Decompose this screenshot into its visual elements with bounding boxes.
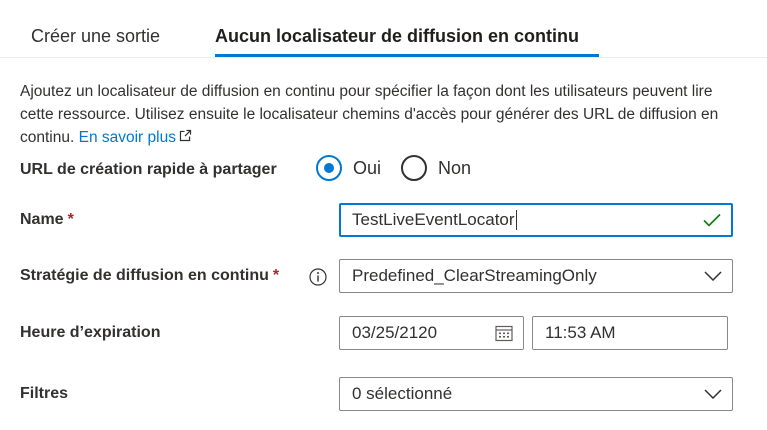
external-link-icon [179,129,192,142]
name-label-text: Name [20,211,64,228]
quick-url-label: URL de création rapide à partager [20,161,277,178]
expiration-time-input[interactable]: 11:53 AM [532,316,728,350]
text-caret [515,210,517,230]
required-mark: * [67,211,74,228]
tab-bar: Créer une sortie Aucun localisateur de d… [0,0,767,60]
tab-no-streaming-locator[interactable]: Aucun localisateur de diffusion en conti… [215,26,579,47]
name-value: TestLiveEventLocator [352,210,515,229]
description: Ajoutez un localisateur de diffusion en … [20,80,740,149]
checkmark-icon [703,213,721,227]
streaming-policy-dropdown[interactable]: Predefined_ClearStreamingOnly [339,259,733,293]
learn-more-label: En savoir plus [78,129,176,146]
chevron-down-icon [704,271,722,281]
radio-oui[interactable]: Oui [316,155,381,181]
radio-oui-label: Oui [353,157,382,178]
radio-non-button[interactable] [401,155,427,181]
radio-oui-button[interactable] [316,155,342,181]
name-input[interactable]: TestLiveEventLocator [339,203,733,237]
expiration-time-value: 11:53 AM [545,323,616,342]
filters-value: 0 sélectionné [352,384,453,403]
info-icon[interactable] [309,268,327,286]
policy-label-text: Stratégie de diffusion en continu [20,267,269,284]
calendar-icon[interactable] [495,325,513,342]
tabs-divider [0,57,767,58]
radio-non[interactable]: Non [401,155,471,181]
tab-create-output[interactable]: Créer une sortie [31,26,160,47]
chevron-down-icon [704,389,722,399]
expiration-date-value: 03/25/2120 [352,323,438,342]
name-label: Name * [20,211,74,229]
expiration-label: Heure d’expiration [20,324,161,341]
expiration-date-input[interactable]: 03/25/2120 [339,316,524,350]
filters-dropdown[interactable]: 0 sélectionné [339,377,733,411]
policy-value: Predefined_ClearStreamingOnly [352,266,597,285]
learn-more-link[interactable]: En savoir plus [79,129,193,146]
policy-label: Stratégie de diffusion en continu * [20,267,279,285]
required-mark: * [272,267,280,284]
radio-non-label: Non [438,157,472,178]
filters-label: Filtres [20,385,69,402]
